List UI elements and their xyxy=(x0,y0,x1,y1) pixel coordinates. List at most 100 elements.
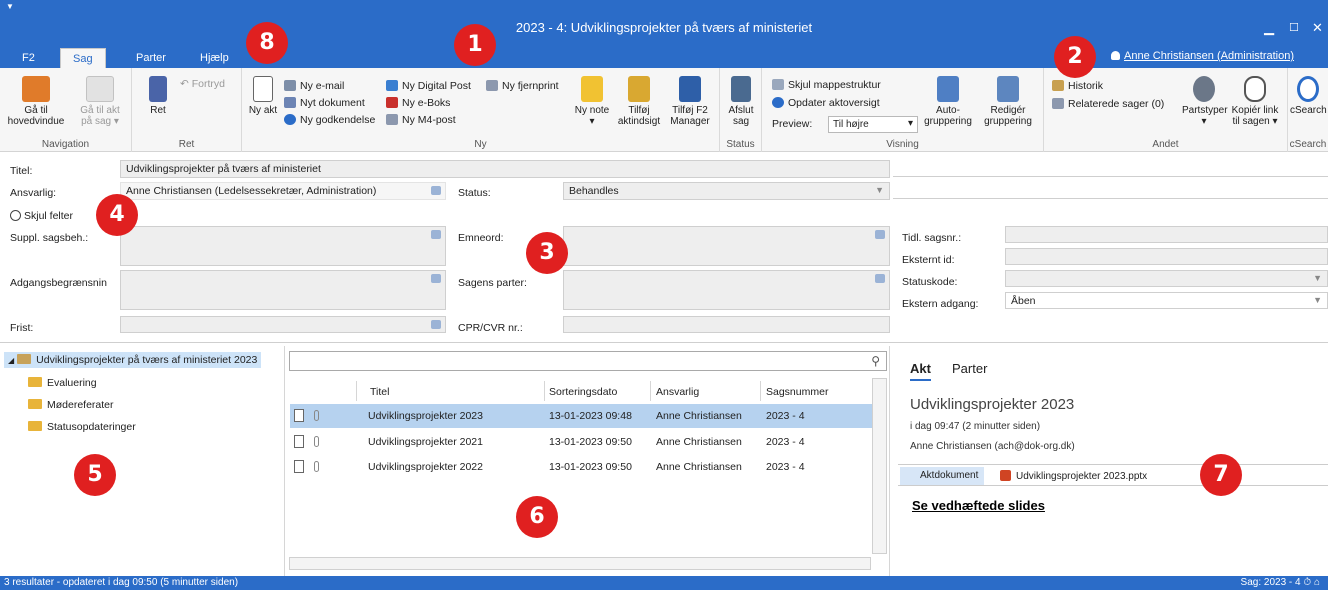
kopier-link-button[interactable]: Kopiér link til sagen ▾ xyxy=(1228,76,1282,127)
rediger-gruppering-button[interactable]: Redigér gruppering xyxy=(980,76,1036,127)
go-home-button[interactable]: Gå til hovedvindue xyxy=(4,76,68,127)
titel-field[interactable]: Udviklingsprojekter på tværs af minister… xyxy=(120,160,890,178)
partstyper-button[interactable]: Partstyper ▾ xyxy=(1182,76,1228,127)
grouping-icon xyxy=(937,76,959,102)
preview-select[interactable]: Til højre ▾ xyxy=(828,116,918,133)
tag-icon xyxy=(875,230,885,239)
row-ansvarlig: Anne Christiansen xyxy=(656,461,742,473)
column-header-sorteringsdato[interactable]: Sorteringsdato xyxy=(549,386,617,398)
row-sagsnummer: 2023 - 4 xyxy=(766,461,805,473)
table-row[interactable]: Udviklingsprojekter 2021 13-01-2023 09:5… xyxy=(290,430,872,454)
auto-gruppering-button[interactable]: Auto- gruppering xyxy=(922,76,974,127)
tidl-sagsnr-label: Tidl. sagsnr.: xyxy=(902,232,962,244)
tab-hjaelp[interactable]: Hjælp xyxy=(188,48,241,68)
tree-root[interactable]: ◢ Udviklingsprojekter på tværs af ministe… xyxy=(4,352,262,368)
frist-date-field[interactable] xyxy=(120,316,446,333)
ny-digital-post-button[interactable]: Ny Digital Post xyxy=(386,80,471,92)
csearch-button[interactable]: cSearch xyxy=(1290,76,1327,116)
akt-title: Udviklingsprojekter 2023 xyxy=(910,396,1075,413)
group-label-ret: Ret xyxy=(178,139,195,150)
go-akt-button[interactable]: Gå til akt på sag ▾ xyxy=(74,76,126,127)
ny-fjernprint-button[interactable]: Ny fjernprint xyxy=(486,80,559,92)
document-icon xyxy=(294,435,304,448)
status-select[interactable]: Behandles ▼ xyxy=(563,182,890,200)
note-icon xyxy=(581,76,603,102)
divider xyxy=(0,342,1328,343)
afslut-sag-label: Afslut sag xyxy=(728,105,754,127)
tab-sag[interactable]: Sag xyxy=(60,48,106,68)
ekstern-adgang-select[interactable]: Åben ▼ xyxy=(1005,292,1328,309)
tree-item-moedereferater[interactable]: Mødereferater xyxy=(28,399,114,411)
column-header-titel[interactable]: Titel xyxy=(370,386,389,398)
table-row[interactable]: Udviklingsprojekter 2023 13-01-2023 09:4… xyxy=(290,404,872,428)
calendar-icon xyxy=(431,320,441,329)
ny-note-button[interactable]: Ny note ▾ xyxy=(572,76,612,127)
column-header-ansvarlig[interactable]: Ansvarlig xyxy=(656,386,699,398)
document-icon xyxy=(86,76,114,102)
close-button[interactable]: ✕ xyxy=(1312,20,1323,36)
aktindsigt-icon xyxy=(628,76,650,102)
search-input[interactable]: ⚲ xyxy=(289,351,887,371)
aktdokument-tab[interactable]: Aktdokument xyxy=(900,467,985,485)
ansvarlig-select[interactable]: Anne Christiansen (Ledelsessekretær, Adm… xyxy=(120,182,446,200)
user-link[interactable]: Anne Christiansen (Administration) xyxy=(1111,50,1294,62)
attachment-link[interactable]: Udviklingsprojekter 2023.pptx xyxy=(1000,470,1147,482)
ret-button[interactable]: Ret xyxy=(140,76,176,116)
skjul-felter-toggle[interactable]: Skjul felter xyxy=(10,210,73,222)
ribbon-group-visning: Skjul mappestruktur Opdater aktoversigt … xyxy=(762,68,1044,152)
column-header-sagsnummer[interactable]: Sagsnummer xyxy=(766,386,828,398)
tab-parter[interactable]: Parter xyxy=(124,48,178,68)
tree-item-statusopdateringer[interactable]: Statusopdateringer xyxy=(28,421,136,433)
email-icon xyxy=(284,80,296,91)
new-document-icon xyxy=(253,76,273,102)
ny-email-button[interactable]: Ny e-mail xyxy=(284,80,344,92)
print-icon xyxy=(486,80,498,91)
suppl-sagsbeh-field[interactable] xyxy=(120,226,446,266)
adgangsbegraensning-field[interactable] xyxy=(120,270,446,310)
maximize-button[interactable]: ☐ xyxy=(1289,21,1299,34)
table-row[interactable]: Udviklingsprojekter 2022 13-01-2023 09:5… xyxy=(290,455,872,479)
ny-godkendelse-button[interactable]: Ny godkendelse xyxy=(284,114,375,126)
akt-author: Anne Christiansen (ach@dok-org.dk) xyxy=(910,441,1075,452)
ny-akt-button[interactable]: Ny akt xyxy=(248,76,278,116)
auto-gruppering-label: Auto- gruppering xyxy=(924,105,972,127)
divider xyxy=(893,176,1328,177)
tab-akt[interactable]: Akt xyxy=(910,361,931,381)
cpr-cvr-field[interactable] xyxy=(563,316,890,333)
tidl-sagsnr-field[interactable] xyxy=(1005,226,1328,243)
document-icon xyxy=(294,460,304,473)
titel-label: Titel: xyxy=(10,165,33,177)
vertical-scrollbar[interactable] xyxy=(872,378,887,554)
status-bar: 3 resultater - opdateret i dag 09:50 (5 … xyxy=(0,576,1328,590)
ny-eboks-button[interactable]: Ny e-Boks xyxy=(386,97,450,109)
nyt-dokument-button[interactable]: Nyt dokument xyxy=(284,97,365,109)
tree-item-evaluering[interactable]: Evaluering xyxy=(28,377,97,389)
relaterede-sager-button[interactable]: Relaterede sager (0) xyxy=(1052,98,1164,110)
eksternt-id-field[interactable] xyxy=(1005,248,1328,265)
slides-link[interactable]: Se vedhæftede slides xyxy=(912,498,1045,513)
tab-parter-preview[interactable]: Parter xyxy=(952,361,987,376)
historik-button[interactable]: Historik xyxy=(1052,80,1103,92)
tilfoej-aktindsigt-button[interactable]: Tilføj aktindsigt xyxy=(616,76,662,127)
skjul-mappestruktur-button[interactable]: Skjul mappestruktur xyxy=(772,79,881,91)
go-akt-label: Gå til akt på sag ▾ xyxy=(80,105,120,127)
statuskode-select[interactable]: ▼ xyxy=(1005,270,1328,287)
emneord-field[interactable] xyxy=(563,226,890,266)
fortryd-button[interactable]: ↶ Fortryd xyxy=(180,78,225,90)
tree-item-label: Statusopdateringer xyxy=(47,421,136,433)
sagens-parter-field[interactable] xyxy=(563,270,890,310)
system-menu-icon[interactable]: ▼ xyxy=(6,2,14,11)
horizontal-scrollbar[interactable] xyxy=(289,557,871,570)
minimize-button[interactable]: ▁ xyxy=(1264,20,1274,36)
tab-f2[interactable]: F2 xyxy=(10,48,47,68)
ekstern-adgang-label: Ekstern adgang: xyxy=(902,298,979,310)
chevron-down-icon: ▼ xyxy=(1313,295,1322,305)
preview-pane: Akt Parter Udviklingsprojekter 2023 i da… xyxy=(898,346,1328,576)
fortryd-label: Fortryd xyxy=(191,78,225,90)
opdater-aktoversigt-button[interactable]: Opdater aktoversigt xyxy=(772,97,880,109)
ny-m4post-button[interactable]: Ny M4-post xyxy=(386,114,456,126)
afslut-sag-button[interactable]: Afslut sag xyxy=(724,76,758,127)
powerpoint-icon xyxy=(1000,470,1011,481)
column-separator xyxy=(544,381,545,401)
tilfoej-f2-manager-button[interactable]: Tilføj F2 Manager xyxy=(666,76,714,127)
